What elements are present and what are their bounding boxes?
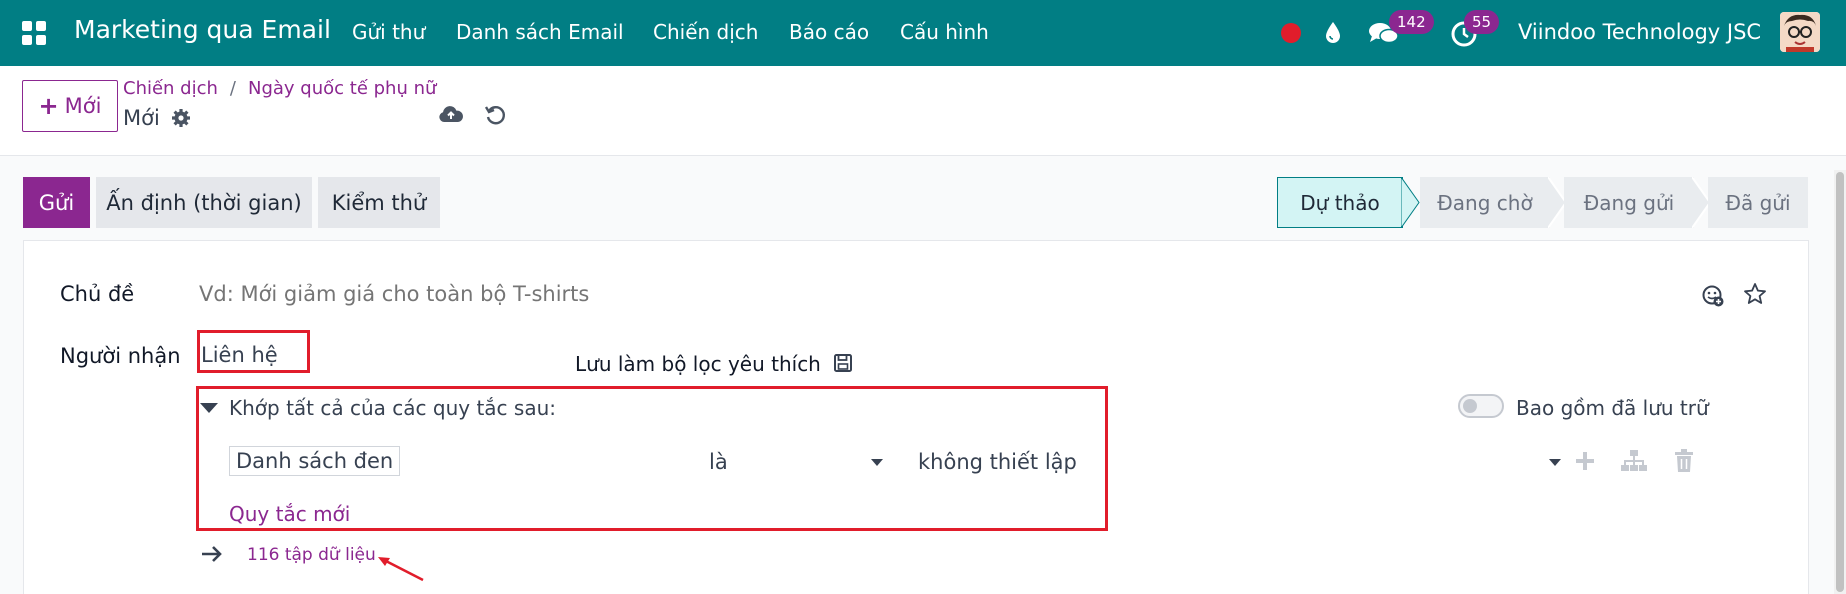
scrollbar-thumb[interactable]	[1836, 172, 1844, 592]
match-all-rules-text: Khớp tất cả của các quy tắc sau:	[229, 396, 556, 420]
menu-item-reporting[interactable]: Báo cáo	[789, 20, 869, 44]
add-rule-plus-icon[interactable]	[1574, 450, 1596, 476]
activity-count-badge: 55	[1464, 10, 1500, 34]
subject-input[interactable]	[199, 282, 1679, 306]
rule-field-select[interactable]: Danh sách đen	[229, 446, 401, 476]
caret-down-icon[interactable]	[200, 403, 218, 413]
company-switcher[interactable]: Viindoo Technology JSC	[1518, 20, 1761, 44]
control-panel: + Mới Chiến dịch / Ngày quốc tế phụ nữ Mới	[0, 66, 1846, 156]
new-record-button[interactable]: + Mới	[22, 80, 118, 132]
send-button[interactable]: Gửi	[23, 177, 90, 228]
gear-icon[interactable]	[171, 108, 191, 132]
rule-value[interactable]: không thiết lập	[918, 450, 1077, 474]
menu-item-mailings[interactable]: Gửi thư	[352, 20, 425, 44]
new-button-label: Mới	[64, 94, 102, 118]
save-cloud-icon[interactable]	[438, 104, 464, 128]
record-name: Mới	[123, 106, 160, 130]
status-sending[interactable]: Đang gửi	[1564, 177, 1694, 228]
rule-operator-select[interactable]: là	[709, 450, 728, 474]
breadcrumb-campaign[interactable]: Ngày quốc tế phụ nữ	[248, 78, 436, 99]
favorite-star-icon[interactable]	[1743, 282, 1767, 310]
floppy-disk-icon	[833, 353, 853, 378]
app-title[interactable]: Marketing qua Email	[74, 15, 331, 44]
apps-menu-icon[interactable]	[22, 21, 46, 45]
breadcrumb-separator: /	[229, 78, 236, 99]
breadcrumb: Chiến dịch / Ngày quốc tế phụ nữ	[123, 78, 436, 99]
delete-rule-trash-icon[interactable]	[1674, 449, 1694, 477]
schedule-button[interactable]: Ấn định (thời gian)	[96, 177, 312, 228]
menu-item-configuration[interactable]: Cấu hình	[900, 20, 989, 44]
status-queued[interactable]: Đang chờ	[1420, 177, 1550, 228]
operator-chevron-down-icon[interactable]	[871, 459, 883, 466]
chat-count-badge: 142	[1389, 10, 1434, 34]
save-favorite-label: Lưu làm bộ lọc yêu thích	[575, 352, 821, 376]
include-archived-toggle[interactable]	[1458, 394, 1504, 418]
rule-options-chevron-down-icon[interactable]	[1549, 459, 1561, 466]
new-rule-link[interactable]: Quy tắc mới	[229, 502, 350, 526]
records-count-link[interactable]: 116 tập dữ liệu	[247, 545, 376, 565]
menu-item-mailing-lists[interactable]: Danh sách Email	[456, 20, 624, 44]
toggle-knob	[1463, 399, 1477, 413]
status-arrow-icon	[1401, 177, 1420, 228]
status-dot-icon[interactable]	[1281, 23, 1301, 43]
discard-undo-icon[interactable]	[484, 104, 506, 130]
add-branch-sitemap-icon[interactable]	[1620, 449, 1648, 477]
test-button[interactable]: Kiểm thử	[318, 177, 440, 228]
page-scrollbar[interactable]	[1834, 170, 1846, 594]
drop-icon[interactable]	[1323, 20, 1343, 50]
status-draft[interactable]: Dự thảo	[1277, 177, 1403, 228]
recipients-model-select[interactable]: Liên hệ	[201, 343, 278, 367]
save-favorite-filter[interactable]: Lưu làm bộ lọc yêu thích	[575, 352, 853, 378]
breadcrumb-campaigns[interactable]: Chiến dịch	[123, 78, 218, 99]
status-sent[interactable]: Đã gửi	[1708, 177, 1808, 228]
recipients-label: Người nhận	[60, 344, 181, 368]
arrow-right-icon	[201, 544, 223, 568]
subject-label: Chủ đề	[60, 282, 135, 306]
annotation-arrow-icon	[378, 557, 424, 582]
top-navbar: Marketing qua Email Gửi thư Danh sách Em…	[0, 0, 1846, 66]
user-avatar[interactable]	[1780, 12, 1820, 52]
emoji-picker-icon[interactable]	[1701, 284, 1725, 312]
include-archived-label: Bao gồm đã lưu trữ	[1516, 396, 1709, 420]
menu-item-campaigns[interactable]: Chiến dịch	[653, 20, 758, 44]
